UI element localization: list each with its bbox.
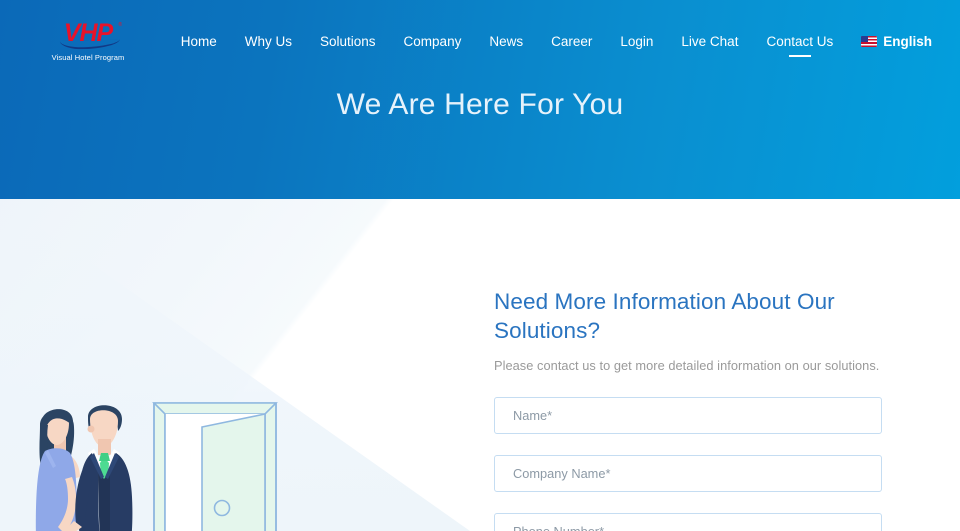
phone-number-field[interactable]: Phone Number*	[494, 513, 882, 531]
nav-links: Home Why Us Solutions Company News Caree…	[167, 30, 934, 59]
contact-page: VHP ® Visual Hotel Program Home Why Us S…	[0, 0, 960, 531]
nav-item-home[interactable]: Home	[167, 30, 231, 59]
us-flag-icon	[861, 36, 878, 47]
vhp-logo[interactable]: VHP ® Visual Hotel Program	[42, 20, 134, 66]
logo-mark: VHP ®	[42, 20, 134, 51]
nav-item-contact-us[interactable]: Contact Us	[752, 30, 847, 59]
main-navbar: VHP ® Visual Hotel Program Home Why Us S…	[0, 0, 960, 84]
company-name-field-placeholder: Company Name*	[513, 466, 611, 481]
nav-item-solutions[interactable]: Solutions	[306, 30, 390, 59]
company-name-field[interactable]: Company Name*	[494, 455, 882, 492]
hero-title: We Are Here For You	[336, 88, 624, 121]
couple-at-open-door-illustration	[0, 331, 470, 531]
logo-tagline: Visual Hotel Program	[51, 53, 125, 62]
nav-item-login[interactable]: Login	[606, 30, 667, 59]
registered-trademark-icon: ®	[118, 22, 122, 28]
logo-swoosh-icon	[59, 38, 121, 51]
open-door-icon	[152, 402, 278, 531]
phone-number-field-placeholder: Phone Number*	[513, 524, 604, 531]
language-selector[interactable]: English	[847, 30, 934, 59]
language-label: English	[883, 34, 932, 49]
nav-item-company[interactable]: Company	[390, 30, 476, 59]
nav-item-career[interactable]: Career	[537, 30, 606, 59]
name-field-placeholder: Name*	[513, 408, 553, 423]
couple-figures-icon	[35, 405, 133, 531]
form-heading: Need More Information About Our Solution…	[494, 289, 835, 343]
nav-item-why-us[interactable]: Why Us	[231, 30, 306, 59]
name-field[interactable]: Name*	[494, 397, 882, 434]
nav-item-news[interactable]: News	[475, 30, 537, 59]
nav-item-live-chat[interactable]: Live Chat	[667, 30, 752, 59]
contact-form: Need More Information About Our Solution…	[494, 287, 884, 531]
form-subheading: Please contact us to get more detailed i…	[494, 358, 880, 373]
content-area: Need More Information About Our Solution…	[0, 199, 960, 531]
hero-banner: VHP ® Visual Hotel Program Home Why Us S…	[0, 0, 960, 199]
